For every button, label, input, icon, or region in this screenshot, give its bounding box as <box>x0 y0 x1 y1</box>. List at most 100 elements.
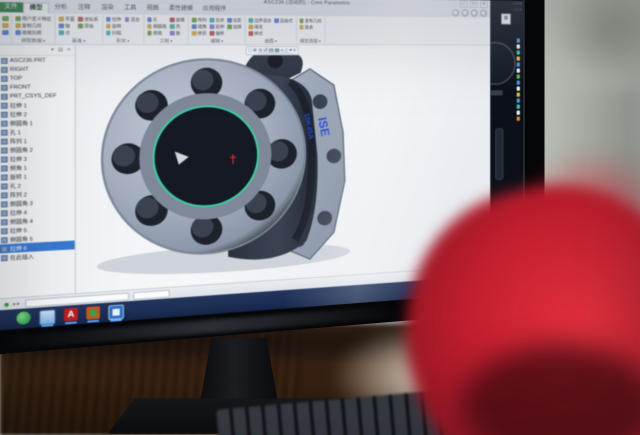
ribbon-button[interactable]: 收缩包络 <box>15 29 51 36</box>
ribbon-button[interactable]: 筋 <box>170 30 185 37</box>
feature-icon <box>15 30 20 34</box>
feature-icon <box>106 31 111 35</box>
dark-toolbar-icon[interactable] <box>516 104 520 108</box>
dark-toolbar-icon[interactable] <box>516 116 520 120</box>
dark-toolbar-icon[interactable] <box>516 62 520 66</box>
dark-toolbar-icon[interactable] <box>516 44 520 48</box>
ribbon-button[interactable]: 点 <box>59 29 75 36</box>
ribbon-group-label[interactable]: 获取数据 <box>15 37 51 44</box>
ribbon-button[interactable]: 倒角 <box>147 30 167 37</box>
feature-icon <box>210 25 214 29</box>
tab-file[interactable]: 文件 <box>0 2 23 12</box>
feature-icon <box>210 18 214 22</box>
dark-toolbar-icon[interactable] <box>516 92 520 96</box>
nav-arrows-icon[interactable]: ▸▸ <box>13 300 21 306</box>
feature-icon <box>147 31 152 35</box>
regenerate-icon[interactable] <box>2 16 9 21</box>
ribbon-button[interactable]: 混合 <box>124 16 139 23</box>
tree-item[interactable]: ASC236.PRT <box>0 56 75 65</box>
dark-toolbar-icon[interactable] <box>516 56 520 60</box>
tab-view[interactable]: 视图 <box>141 4 163 14</box>
copy-icon[interactable] <box>2 23 9 28</box>
zoom-in-icon[interactable]: ⊕ <box>253 47 257 54</box>
feature-icon <box>1 138 8 144</box>
ribbon-group-label[interactable]: 形状 <box>106 37 140 44</box>
feature-icon <box>1 66 8 72</box>
feature-icon <box>1 93 8 99</box>
ribbon-group-label[interactable]: 基准 <box>59 37 99 44</box>
shade-style-icon[interactable]: ▤ <box>269 47 274 53</box>
dark-toolbar-icon[interactable] <box>516 110 520 114</box>
dark-toolbar-icon[interactable] <box>516 68 520 72</box>
taskbar-icon-creo-app[interactable] <box>86 306 100 320</box>
feature-icon <box>248 31 252 35</box>
ribbon-group-6: 边界混合填充样式自由式曲面 <box>246 16 297 44</box>
dark-doc-controls[interactable]: – □ × <box>513 7 521 11</box>
ribbon-group-label[interactable]: 模型意图 <box>299 38 321 44</box>
perspective-icon[interactable]: ◇ <box>284 47 288 53</box>
taskbar-icon-autocad[interactable]: A <box>64 307 78 321</box>
ribbon-group-label[interactable]: 工程 <box>147 37 185 44</box>
refit-icon[interactable]: □ <box>248 47 251 54</box>
tab-analysis[interactable]: 分析 <box>49 3 73 13</box>
feature-icon <box>1 147 8 153</box>
feature-icon <box>1 120 8 126</box>
help-icon[interactable] <box>480 10 487 17</box>
spin-center-icon[interactable]: + <box>280 47 283 53</box>
settings-icon[interactable] <box>471 10 478 17</box>
tab-flex-modeling[interactable]: 柔性建模 <box>164 4 198 14</box>
ribbon-button[interactable]: 族表 <box>299 24 321 31</box>
filter-icon[interactable]: ▾ <box>51 47 54 53</box>
ribbon-group-label[interactable]: 编辑 <box>192 38 242 45</box>
taskbar-icon-file-explorer[interactable] <box>39 309 55 325</box>
tab-render[interactable]: 渲染 <box>96 3 119 13</box>
taskbar-icon-app-green[interactable] <box>16 311 30 325</box>
paste-icon[interactable] <box>2 30 9 35</box>
ribbon-button[interactable]: 加厚 <box>227 24 242 31</box>
feature-icon <box>78 17 83 21</box>
search-icon[interactable] <box>462 9 469 16</box>
dark-toolbar-icon[interactable] <box>516 98 520 102</box>
ribbon-group-2: 平面轴点坐标系草绘基准 <box>55 15 102 45</box>
feature-icon <box>1 201 8 207</box>
ribbon-button[interactable]: 偏移 <box>210 30 225 37</box>
repaint-icon[interactable]: ↺ <box>263 47 267 53</box>
compass-button[interactable] <box>491 90 503 95</box>
feature-icon <box>1 111 8 117</box>
ribbon-button[interactable]: 扫描 <box>106 30 122 37</box>
ribbon-button[interactable]: 自由式 <box>274 17 292 24</box>
ribbon-button[interactable]: 修剪 <box>192 30 207 37</box>
feature-icon <box>1 192 8 198</box>
feature-icon <box>227 25 231 29</box>
dark-app-controls[interactable]: – □ × <box>513 1 521 5</box>
zoom-out-icon[interactable]: ⊖ <box>258 47 262 53</box>
minimize-ribbon-icon[interactable] <box>452 9 459 16</box>
feature-icon <box>1 228 8 234</box>
ribbon-group-4: 孔倒圆角倒角拔模壳筋工程 <box>144 15 189 44</box>
feature-icon <box>192 18 196 22</box>
dark-toolbar-icon[interactable] <box>516 50 520 54</box>
vertical-panel-tab[interactable] <box>495 128 503 180</box>
ribbon-button[interactable]: 草绘 <box>78 23 99 30</box>
tab-tools[interactable]: 工具 <box>119 4 142 14</box>
feature-icon <box>1 75 8 81</box>
dark-toolbar-icon[interactable] <box>516 80 520 84</box>
tab-model[interactable]: 模型 <box>23 2 49 13</box>
ribbon-group-label[interactable]: 曲面 <box>248 38 292 45</box>
saved-views-icon[interactable]: ▾ <box>289 47 292 53</box>
view-manager-icon[interactable]: ≡ <box>293 47 296 53</box>
navigation-compass[interactable] <box>491 42 516 86</box>
dark-toolbar-icon[interactable] <box>516 38 520 42</box>
dark-toolbar-icon[interactable] <box>516 86 520 90</box>
datum-display-icon[interactable]: ▦ <box>275 47 280 53</box>
tree-settings-icon[interactable]: ≡ <box>67 47 70 53</box>
dark-toolbar-icon[interactable] <box>516 74 520 78</box>
ribbon-button[interactable]: 样式 <box>248 30 271 37</box>
taskbar-icon-cad-document[interactable] <box>108 304 124 320</box>
tab-annotate[interactable]: 注释 <box>73 3 96 13</box>
tree-list-icon[interactable]: ▤ <box>58 47 63 53</box>
ucs-icon[interactable]: ⊞ <box>501 13 511 24</box>
ribbon-group-5: 阵列镜像修剪合并延伸偏移投影加厚编辑 <box>189 16 246 44</box>
tab-applications[interactable]: 应用程序 <box>198 5 231 15</box>
photo-scene: ASC236 (活动的) - Creo Parametric – □ × 文件模… <box>0 0 640 435</box>
